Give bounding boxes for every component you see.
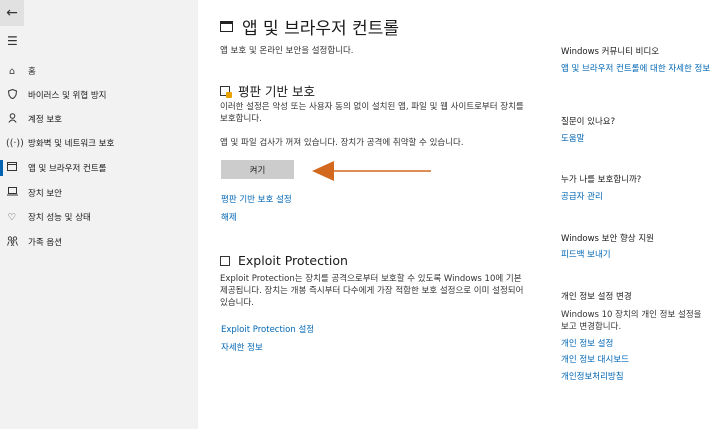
sidebar-item-label: 바이러스 및 위협 방지 bbox=[28, 91, 107, 101]
reputation-heading-text: 평판 기반 보호 bbox=[238, 84, 315, 99]
protector-heading: 누가 나를 보호합니까? bbox=[561, 175, 642, 185]
privacy-settings-link[interactable]: 개인 정보 설정 bbox=[561, 337, 613, 349]
wifi-icon: ((·)) bbox=[6, 137, 24, 149]
sidebar-item-app-browser-control[interactable]: 앱 및 브라우저 컨트롤 bbox=[0, 157, 198, 179]
exploit-heading-text: Exploit Protection bbox=[238, 253, 348, 268]
more-info-link[interactable]: 자세한 정보 bbox=[221, 341, 263, 353]
hamburger-icon[interactable]: ☰ bbox=[7, 35, 18, 47]
laptop-icon bbox=[6, 187, 18, 199]
sidebar-item-device-performance[interactable]: ♡ 장치 성능 및 상태 bbox=[0, 206, 198, 228]
warning-icon bbox=[220, 85, 232, 98]
community-link[interactable]: 앱 및 브라우저 컨트롤에 대한 자세한 정보 bbox=[561, 63, 711, 75]
page-title: 앱 및 브라우저 컨트롤 bbox=[220, 14, 399, 39]
help-link[interactable]: 도움말 bbox=[561, 132, 584, 144]
feedback-link[interactable]: 피드백 보내기 bbox=[561, 248, 611, 260]
sidebar-item-label: 장치 성능 및 상태 bbox=[28, 213, 91, 223]
page-subtitle: 앱 보호 및 온라인 보안을 설정합니다. bbox=[220, 46, 354, 56]
sidebar-item-family-options[interactable]: 가족 옵션 bbox=[0, 231, 198, 253]
community-videos-heading: Windows 커뮤니티 비디오 bbox=[561, 47, 660, 57]
exploit-description: Exploit Protection는 장치를 공격으로부터 보호할 수 있도록… bbox=[220, 274, 524, 308]
sidebar-item-label: 계정 보호 bbox=[28, 115, 62, 125]
sidebar-item-device-security[interactable]: 장치 보안 bbox=[0, 182, 198, 204]
back-button[interactable]: ← bbox=[0, 0, 24, 26]
exploit-settings-link[interactable]: Exploit Protection 설정 bbox=[221, 323, 314, 335]
reputation-section-heading: 평판 기반 보호 bbox=[220, 81, 315, 100]
reputation-settings-link[interactable]: 평판 기반 보호 설정 bbox=[221, 193, 292, 205]
sidebar-item-home[interactable]: ⌂ 홈 bbox=[0, 60, 198, 82]
sidebar-item-label: 앱 및 브라우저 컨트롤 bbox=[28, 164, 107, 174]
question-heading: 질문이 있나요? bbox=[561, 117, 616, 127]
app-window-icon bbox=[220, 21, 233, 32]
privacy-statement-link[interactable]: 개인정보처리방침 bbox=[561, 370, 624, 382]
reputation-warning: 앱 및 파일 검사가 꺼져 있습니다. 장치가 공격에 취약할 수 있습니다. bbox=[220, 138, 464, 148]
privacy-description: Windows 10 장치의 개인 정보 설정을 보고 변경합니다. bbox=[561, 310, 702, 332]
shield-icon bbox=[6, 88, 18, 102]
person-icon bbox=[6, 112, 18, 126]
turn-on-button[interactable]: 켜기 bbox=[221, 160, 294, 179]
page-title-text: 앱 및 브라우저 컨트롤 bbox=[242, 19, 399, 39]
active-indicator bbox=[0, 160, 3, 176]
improve-security-heading: Windows 보안 향상 지원 bbox=[561, 234, 654, 244]
reputation-description: 이러한 설정은 악성 또는 사용자 동의 없이 설치된 앱, 파일 및 웹 사이… bbox=[220, 102, 524, 124]
sidebar-item-label: 홈 bbox=[28, 67, 36, 77]
app-window-icon bbox=[6, 162, 18, 174]
dismiss-link[interactable]: 해제 bbox=[221, 211, 237, 223]
sidebar-item-firewall[interactable]: ((·)) 방화벽 및 네트워크 보호 bbox=[0, 132, 198, 154]
manage-providers-link[interactable]: 공급자 관리 bbox=[561, 190, 603, 202]
privacy-settings-heading: 개인 정보 설정 변경 bbox=[561, 292, 632, 302]
arrow-annotation bbox=[312, 161, 431, 181]
sidebar: ← ☰ ⌂ 홈 바이러스 및 위협 방지 계정 보호 ((·)) 방화벽 및 네… bbox=[0, 0, 198, 429]
sidebar-item-virus-protection[interactable]: 바이러스 및 위협 방지 bbox=[0, 84, 198, 106]
exploit-protection-icon bbox=[220, 255, 230, 266]
sidebar-item-label: 장치 보안 bbox=[28, 189, 62, 199]
home-icon: ⌂ bbox=[8, 65, 16, 77]
arrow-left-icon: ← bbox=[6, 5, 18, 21]
sidebar-item-account-protection[interactable]: 계정 보호 bbox=[0, 108, 198, 130]
heart-icon: ♡ bbox=[7, 211, 17, 223]
family-icon bbox=[6, 235, 18, 249]
sidebar-item-label: 방화벽 및 네트워크 보호 bbox=[28, 139, 115, 149]
privacy-dashboard-link[interactable]: 개인 정보 대시보드 bbox=[561, 353, 629, 365]
sidebar-item-label: 가족 옵션 bbox=[28, 238, 62, 248]
exploit-section-heading: Exploit Protection bbox=[220, 253, 348, 268]
